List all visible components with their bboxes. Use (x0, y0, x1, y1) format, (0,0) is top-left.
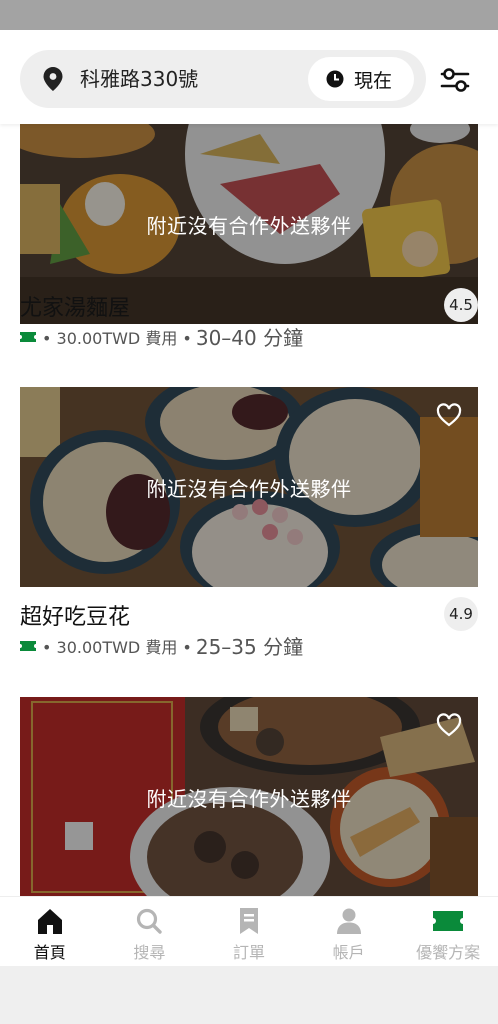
nav-item-orders[interactable]: 訂單 (199, 897, 299, 966)
nav-label: 訂單 (232, 943, 265, 962)
store-image[interactable]: 附近沒有合作外送夥伴 (20, 697, 478, 897)
nav-label: 帳戶 (332, 943, 365, 962)
unavailable-label: 附近沒有合作外送夥伴 (146, 476, 352, 501)
store-meta: • 30.00TWD 費用 • 25–35 分鐘 (20, 631, 303, 660)
nav-item-home[interactable]: 首頁 (0, 897, 100, 966)
time-label: 現在 (354, 69, 393, 92)
unavailable-label: 附近沒有合作外送夥伴 (146, 786, 352, 811)
nav-item-deals[interactable]: 優饗方案 (398, 897, 498, 966)
search-icon (137, 908, 163, 934)
top-header: 科雅路330號 現在 (0, 30, 498, 124)
store-card[interactable]: 附近沒有合作外送夥伴 超好吃豆花 4.9 • 30.00TWD 費用 • 25–… (20, 387, 478, 659)
delivery-time: 30–40 分鐘 (195, 326, 304, 350)
nav-label: 優饗方案 (416, 943, 481, 962)
store-image[interactable]: 附近沒有合作外送夥伴 (20, 387, 478, 587)
rating-badge: 4.9 (444, 597, 478, 631)
delivery-time-button[interactable]: 現在 (308, 57, 414, 101)
filter-sliders-icon[interactable] (440, 66, 470, 94)
bottom-nav: 首頁 搜尋 訂單 帳戶 優饗方案 (0, 896, 498, 966)
clock-icon (326, 70, 344, 88)
nav-item-account[interactable]: 帳戶 (299, 897, 399, 966)
store-card[interactable]: 附近沒有合作外送夥伴 (20, 697, 478, 897)
ticket-icon (20, 331, 36, 342)
delivery-fee: • 30.00TWD 費用 • (42, 637, 192, 657)
store-meta: • 30.00TWD 費用 • 30–40 分鐘 (20, 322, 303, 351)
app-screen: 附近沒有合作外送夥伴 尤家湯麵屋 4.5 • 30.00TWD 費用 • 30–… (0, 30, 498, 966)
ticket-icon (20, 640, 36, 651)
delivery-address[interactable]: 科雅路330號 (80, 50, 198, 108)
location-pin-icon (43, 67, 63, 91)
home-icon (37, 909, 62, 934)
delivery-time: 25–35 分鐘 (195, 635, 304, 659)
store-image[interactable]: 附近沒有合作外送夥伴 (20, 124, 478, 324)
delivery-fee: • 30.00TWD 費用 • (42, 328, 192, 348)
nav-label: 首頁 (33, 943, 66, 962)
receipt-icon (239, 908, 258, 934)
nav-label: 搜尋 (133, 943, 166, 962)
unavailable-label: 附近沒有合作外送夥伴 (146, 213, 352, 238)
address-bar[interactable]: 科雅路330號 現在 (20, 50, 426, 108)
store-name[interactable]: 超好吃豆花 (20, 599, 130, 631)
person-icon (336, 908, 361, 934)
status-bar (0, 0, 498, 30)
store-card[interactable]: 附近沒有合作外送夥伴 尤家湯麵屋 4.5 • 30.00TWD 費用 • 30–… (20, 124, 478, 350)
nav-item-search[interactable]: 搜尋 (100, 897, 200, 966)
ticket-icon (433, 911, 464, 931)
